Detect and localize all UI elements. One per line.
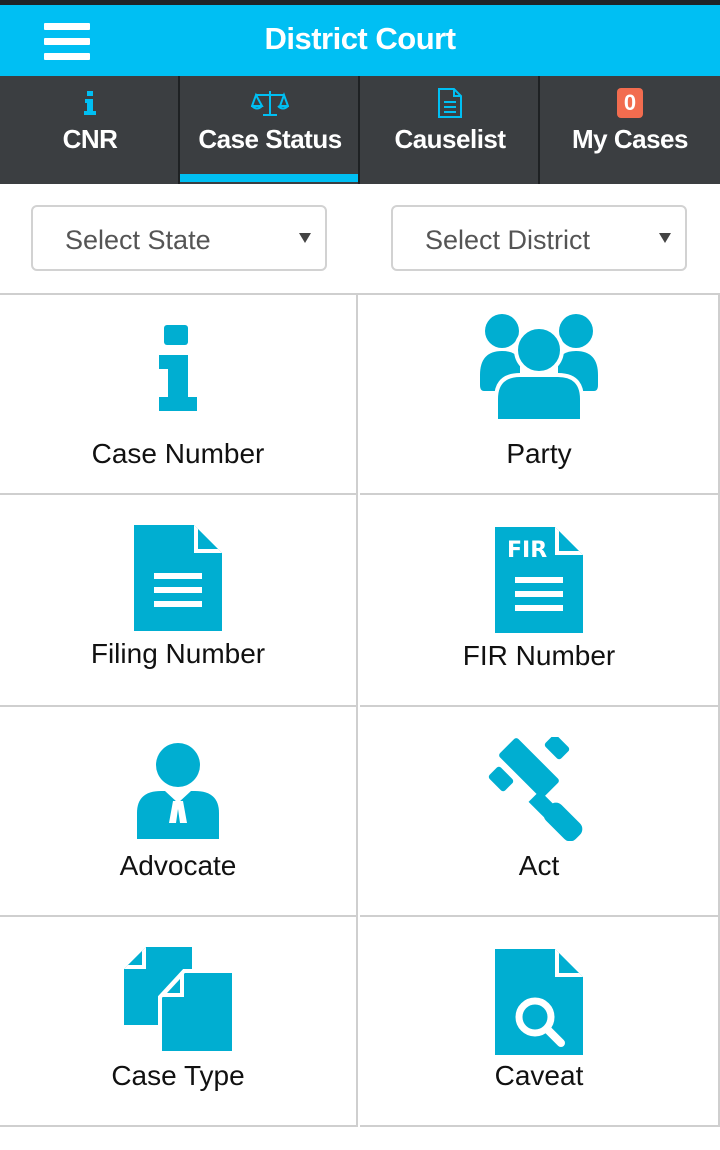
info-icon: [0, 88, 180, 118]
fir-document-icon: FIR: [360, 527, 718, 635]
dropdown-arrow-icon: [659, 233, 671, 243]
documents-copy-icon: [0, 945, 356, 1055]
option-party[interactable]: Party: [360, 295, 720, 495]
info-icon: [0, 325, 356, 411]
document-icon: [360, 88, 540, 118]
option-act[interactable]: Act: [360, 707, 720, 917]
option-label: Advocate: [119, 850, 237, 881]
option-case-number[interactable]: Case Number: [0, 295, 358, 495]
tab-my-cases[interactable]: 0 My Cases: [540, 76, 720, 184]
tab-causelist[interactable]: Causelist: [360, 76, 540, 184]
case-count-badge: 0: [617, 88, 643, 118]
tab-label: Causelist: [394, 124, 506, 154]
option-label: Case Type: [111, 1060, 245, 1091]
option-caveat[interactable]: Caveat: [360, 917, 720, 1127]
select-state-text: Select State: [65, 225, 211, 255]
option-label: Case Number: [91, 438, 265, 469]
option-label: Caveat: [494, 1060, 584, 1091]
dropdown-arrow-icon: [299, 233, 311, 243]
page-title: District Court: [264, 21, 456, 56]
people-group-icon: [360, 313, 718, 421]
option-filing-number[interactable]: Filing Number: [0, 495, 358, 707]
option-label: Act: [518, 850, 560, 881]
tab-label: Case Status: [198, 124, 342, 154]
option-label: Filing Number: [90, 638, 266, 669]
option-label: FIR Number: [462, 640, 616, 671]
svg-text:FIR: FIR: [507, 538, 547, 563]
hamburger-menu-icon[interactable]: [44, 23, 90, 61]
option-label: Party: [506, 438, 572, 469]
option-case-type[interactable]: Case Type: [0, 917, 358, 1127]
option-advocate[interactable]: Advocate: [0, 707, 358, 917]
option-fir-number[interactable]: FIR FIR Number: [360, 495, 720, 707]
document-icon: [0, 525, 356, 633]
advocate-icon: [0, 743, 356, 839]
document-search-icon: [360, 949, 718, 1057]
tab-label: CNR: [62, 124, 118, 154]
gavel-icon: [360, 737, 718, 841]
search-options-grid: Case Number Party Filing Number FIR FIR …: [0, 293, 720, 1129]
app-header: District Court: [0, 0, 720, 76]
select-district-dropdown[interactable]: Select District: [391, 205, 687, 271]
tab-cnr[interactable]: CNR: [0, 76, 180, 184]
tab-case-status[interactable]: Case Status: [180, 76, 360, 184]
tab-label: My Cases: [572, 124, 688, 154]
scales-icon: [180, 88, 360, 118]
tab-bar: CNR Case Status Causelist 0 My Cases: [0, 76, 720, 184]
select-state-dropdown[interactable]: Select State: [31, 205, 327, 271]
active-tab-indicator: [180, 174, 358, 182]
select-district-text: Select District: [425, 225, 591, 255]
